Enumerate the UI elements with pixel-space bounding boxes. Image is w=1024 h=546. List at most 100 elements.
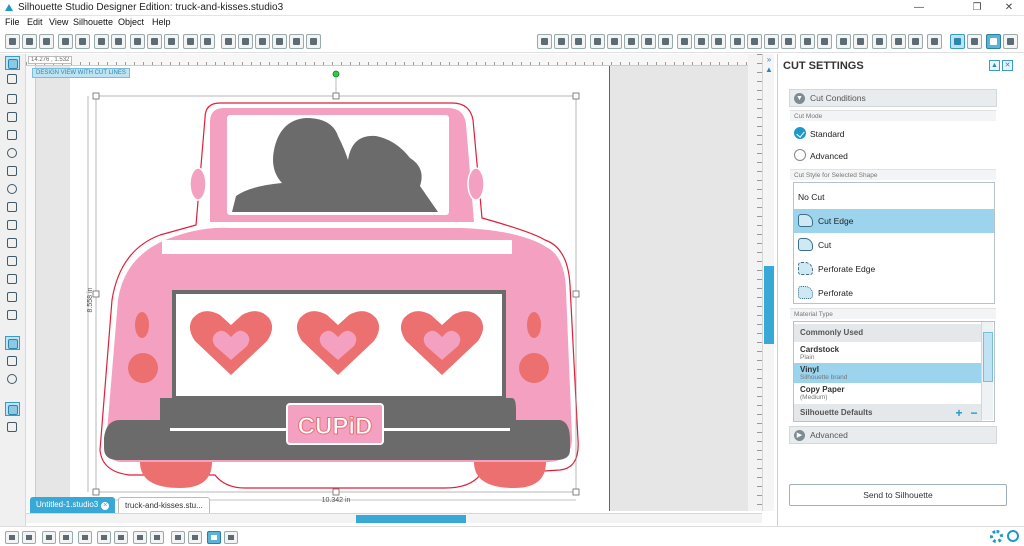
trace-icon[interactable] <box>800 34 815 49</box>
new-document-icon[interactable] <box>5 34 20 49</box>
store-panel-icon[interactable] <box>5 372 20 386</box>
modify-icon[interactable] <box>764 34 779 49</box>
eraser-tool-icon[interactable] <box>5 290 20 304</box>
scroll-up-icon[interactable]: ▲ <box>765 66 773 74</box>
cut-style-cut[interactable]: Cut <box>794 233 994 257</box>
line-style-icon[interactable] <box>677 34 692 49</box>
menu-file[interactable]: File <box>5 17 20 27</box>
rectangle-tool-icon[interactable] <box>5 110 20 124</box>
cut-conditions-header[interactable]: ▼ Cut Conditions <box>789 89 997 107</box>
redo-icon[interactable] <box>200 34 215 49</box>
material-item-copy-paper[interactable]: Copy Paper (Medium) <box>794 383 982 403</box>
fit-to-page-icon[interactable] <box>306 34 321 49</box>
menu-view[interactable]: View <box>49 17 68 27</box>
offset-icon[interactable] <box>781 34 796 49</box>
close-panel-icon[interactable]: ✕ <box>1002 60 1013 71</box>
cut-settings-icon[interactable] <box>986 34 1001 49</box>
undo-icon[interactable] <box>183 34 198 49</box>
tab-untitled-1[interactable]: Untitled-1.studio3 × <box>30 497 116 513</box>
release-compound-path-icon[interactable] <box>97 531 111 544</box>
weld-icon[interactable] <box>171 531 185 544</box>
zoom-in-icon[interactable] <box>238 34 253 49</box>
fill-color-icon[interactable] <box>590 34 605 49</box>
advanced-header[interactable]: ▶ Advanced <box>789 426 997 444</box>
select-all-icon[interactable] <box>5 531 19 544</box>
library-panel-icon[interactable] <box>5 354 20 368</box>
delete-icon[interactable] <box>114 531 128 544</box>
line-color-icon[interactable] <box>641 34 656 49</box>
point-edit-tool-icon[interactable] <box>5 72 20 86</box>
save-to-library-icon[interactable] <box>75 34 90 49</box>
text-style-icon[interactable] <box>711 34 726 49</box>
minimize-button[interactable]: — <box>904 0 934 16</box>
paste-icon[interactable] <box>147 34 162 49</box>
standard-label[interactable]: Standard <box>810 129 845 139</box>
zoom-out-icon[interactable] <box>255 34 270 49</box>
restore-button[interactable]: ❐ <box>962 0 992 16</box>
align-icon[interactable] <box>694 34 709 49</box>
library-icon[interactable] <box>853 34 868 49</box>
show-page-panel-icon[interactable] <box>5 402 20 416</box>
cut-style-perforate-edge[interactable]: Perforate Edge <box>794 257 994 281</box>
material-list-scrollbar[interactable] <box>981 322 993 420</box>
material-category-commonly-used[interactable]: Commonly Used <box>794 324 982 342</box>
truck-artwork[interactable]: CUPiD 8.558 in 10.342 in <box>36 66 748 511</box>
make-compound-path-icon[interactable] <box>78 531 92 544</box>
menu-silhouette[interactable]: Silhouette <box>73 17 113 27</box>
pan-hand-icon[interactable] <box>221 34 236 49</box>
help-icon[interactable] <box>1007 530 1019 542</box>
send-to-silhouette-button[interactable]: Send to Silhouette <box>789 484 1007 506</box>
text-tool-icon[interactable] <box>5 272 20 286</box>
cut-scissors-icon[interactable] <box>164 34 179 49</box>
ungroup-icon[interactable] <box>59 531 73 544</box>
open-library-icon[interactable] <box>39 34 54 49</box>
scroll-up-double-icon[interactable]: » <box>765 56 773 64</box>
print-cut-icon[interactable] <box>111 34 126 49</box>
fill-pattern-icon[interactable] <box>624 34 639 49</box>
cut-style-perforate[interactable]: Perforate <box>794 281 994 305</box>
knife-tool-icon[interactable] <box>5 308 20 322</box>
user-icon[interactable] <box>908 34 923 49</box>
store-icon[interactable] <box>872 34 887 49</box>
design-view-active-icon[interactable] <box>950 34 965 49</box>
fill-panel-icon[interactable] <box>5 336 20 350</box>
zoom-fit-icon[interactable] <box>289 34 304 49</box>
offset-bottom-icon[interactable] <box>188 531 202 544</box>
collapse-panel-icon[interactable]: ▲ <box>989 60 1000 71</box>
transform-icon[interactable] <box>730 34 745 49</box>
freehand-tool-icon[interactable] <box>5 200 20 214</box>
rounded-rectangle-tool-icon[interactable] <box>5 128 20 142</box>
advanced-radio[interactable] <box>794 149 806 161</box>
cut-style-no-cut[interactable]: No Cut <box>794 185 994 209</box>
cut-style-cut-edge[interactable]: Cut Edge <box>794 209 994 233</box>
arc-tool-icon[interactable] <box>5 236 20 250</box>
horizontal-scrollbar[interactable] <box>26 513 762 523</box>
select-tool-icon[interactable] <box>5 56 20 70</box>
shadow-icon[interactable] <box>658 34 673 49</box>
vertical-scrollbar[interactable]: » ▲ <box>762 54 774 511</box>
open-icon[interactable] <box>22 34 37 49</box>
print-icon[interactable] <box>94 34 109 49</box>
close-tab-icon[interactable]: × <box>101 502 110 510</box>
cut-settings-alt-icon[interactable] <box>1003 34 1018 49</box>
close-button[interactable]: ✕ <box>994 0 1024 16</box>
grid-settings-icon[interactable] <box>537 34 552 49</box>
point-edit-bottom-icon[interactable] <box>207 531 221 544</box>
design-view-icon[interactable] <box>927 34 942 49</box>
add-material-button[interactable]: + <box>953 407 965 420</box>
copy-icon[interactable] <box>130 34 145 49</box>
group-icon[interactable] <box>42 531 56 544</box>
advanced-label[interactable]: Advanced <box>810 151 848 161</box>
smooth-freehand-tool-icon[interactable] <box>5 218 20 232</box>
ellipse-tool-icon[interactable] <box>5 146 20 160</box>
material-item-cardstock[interactable]: Cardstock Plain <box>794 343 982 363</box>
polygon-tool-icon[interactable] <box>5 164 20 178</box>
vertical-scroll-thumb[interactable] <box>764 266 774 344</box>
duplicate-icon[interactable] <box>133 531 147 544</box>
material-item-vinyl[interactable]: Vinyl Silhouette brand <box>794 363 982 383</box>
save-icon[interactable] <box>58 34 73 49</box>
page-setup-icon[interactable] <box>554 34 569 49</box>
layers-icon[interactable] <box>836 34 851 49</box>
horizontal-scroll-thumb[interactable] <box>356 515 466 523</box>
menu-edit[interactable]: Edit <box>27 17 43 27</box>
